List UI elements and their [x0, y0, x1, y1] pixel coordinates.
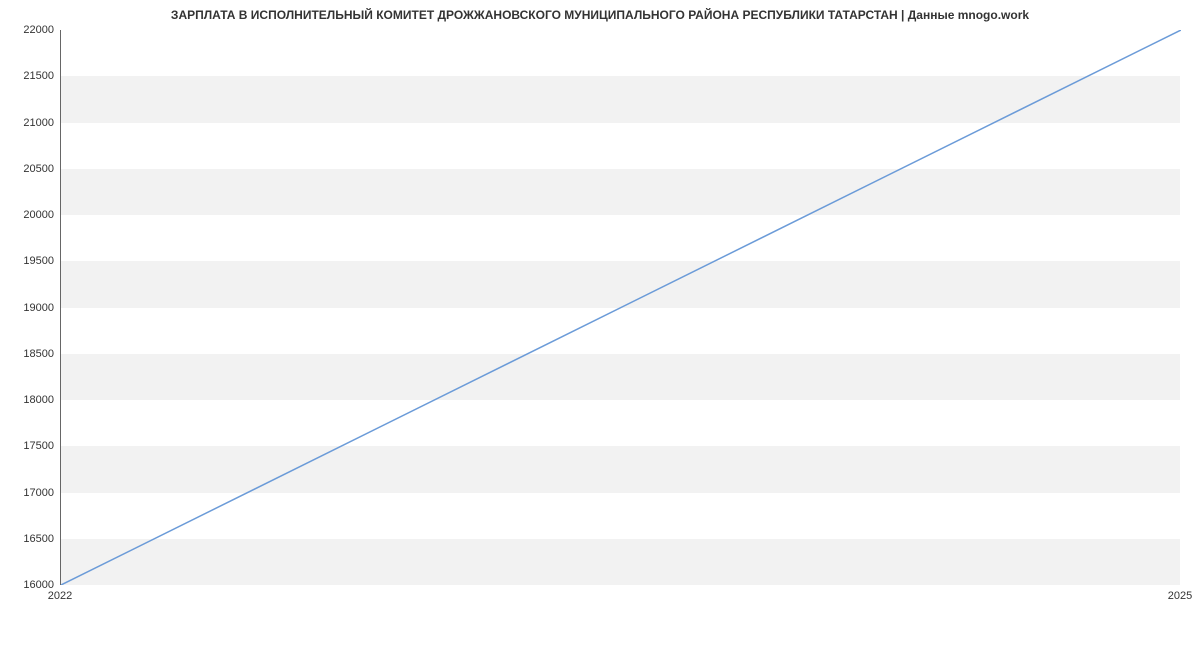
y-tick-label: 21500 [23, 70, 54, 82]
grid-band [61, 261, 1180, 307]
y-tick-label: 17000 [23, 487, 54, 499]
grid-band [61, 76, 1180, 122]
y-tick-label: 19500 [23, 255, 54, 267]
y-tick-label: 18000 [23, 394, 54, 406]
grid-band [61, 446, 1180, 492]
y-tick-label: 16500 [23, 533, 54, 545]
y-tick-label: 21000 [23, 117, 54, 129]
y-tick-label: 20000 [23, 209, 54, 221]
grid-band [61, 169, 1180, 215]
y-tick-label: 17500 [23, 440, 54, 452]
y-tick-label: 22000 [23, 24, 54, 36]
y-tick-label: 18500 [23, 348, 54, 360]
y-tick-label: 19000 [23, 302, 54, 314]
x-tick-label: 2022 [48, 590, 72, 602]
grid-band [61, 354, 1180, 400]
grid-band [61, 539, 1180, 585]
chart-container: 1600016500170001750018000185001900019500… [60, 30, 1180, 600]
y-tick-label: 20500 [23, 163, 54, 175]
x-tick-label: 2025 [1168, 590, 1192, 602]
chart-title: ЗАРПЛАТА В ИСПОЛНИТЕЛЬНЫЙ КОМИТЕТ ДРОЖЖА… [0, 0, 1200, 26]
plot-area [60, 30, 1180, 585]
